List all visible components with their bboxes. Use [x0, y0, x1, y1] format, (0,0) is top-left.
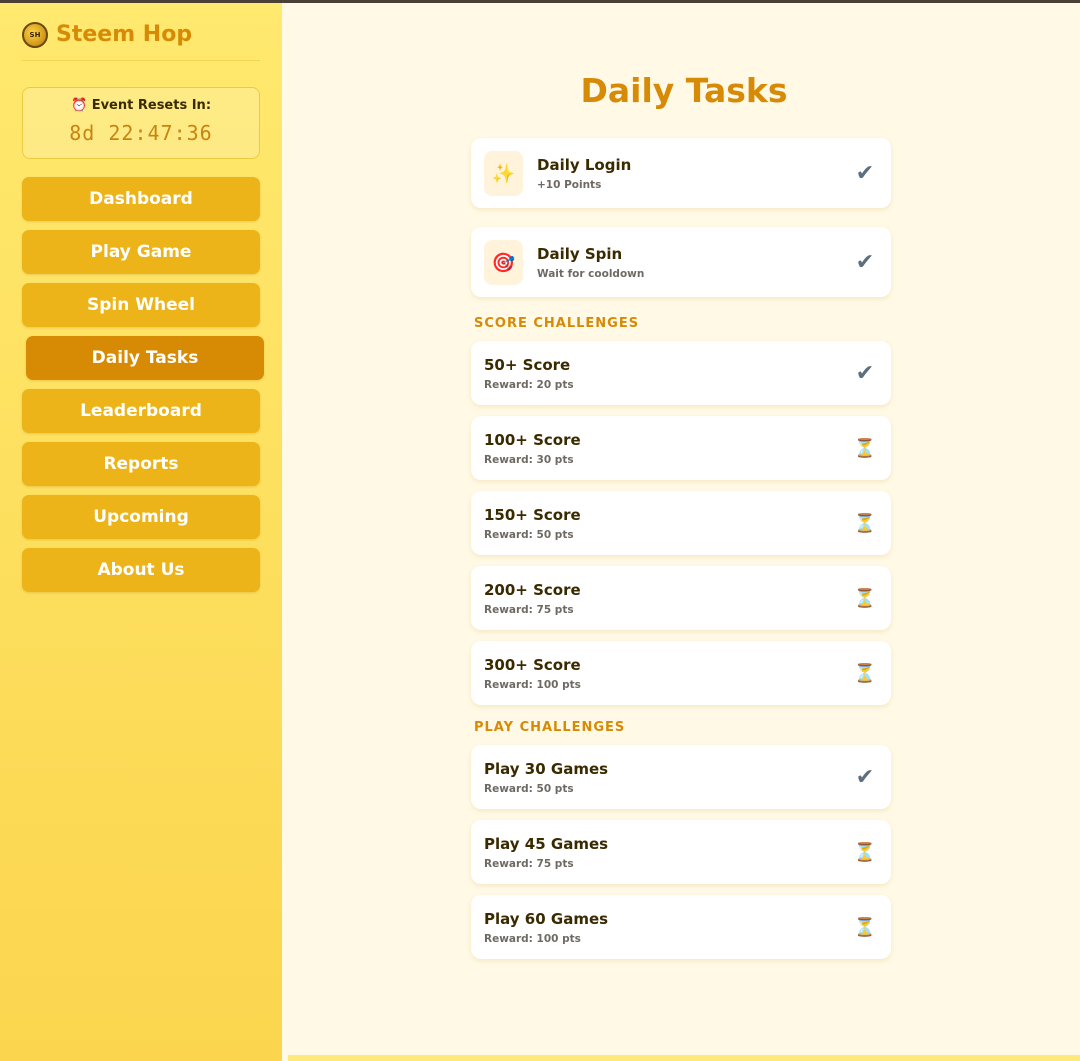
challenge-title: 100+ Score [484, 430, 581, 449]
check-icon: ✔ [855, 764, 875, 790]
brand[interactable]: SH Steem Hop [22, 3, 260, 61]
check-icon: ✔ [855, 249, 875, 275]
challenge-title: 50+ Score [484, 355, 571, 374]
challenge-reward: Reward: 100 pts [484, 932, 581, 945]
challenge-reward: Reward: 75 pts [484, 857, 574, 870]
nav-about-us[interactable]: About Us [22, 548, 260, 592]
page-title: Daily Tasks [580, 71, 788, 110]
hourglass-icon: ⏳ [853, 512, 877, 534]
timer-label: ⏰ Event Resets In: [70, 98, 212, 113]
main-content: Daily Tasks ✨ Daily Login +10 Points ✔ 🎯… [288, 3, 1080, 1055]
challenge-reward: Reward: 50 pts [484, 782, 574, 795]
challenge-reward: Reward: 75 pts [484, 603, 574, 616]
task-subtitle: Wait for cooldown [537, 267, 645, 280]
hourglass-icon: ⏳ [853, 437, 877, 459]
nav-upcoming[interactable]: Upcoming [22, 495, 260, 539]
check-icon: ✔ [855, 160, 875, 186]
task-title: Daily Spin [537, 244, 623, 263]
nav-play-game[interactable]: Play Game [22, 230, 260, 274]
challenge-reward: Reward: 50 pts [484, 528, 574, 541]
task-daily-spin[interactable]: 🎯 Daily Spin Wait for cooldown ✔ [471, 227, 891, 297]
section-score-challenges: SCORE CHALLENGES [474, 316, 640, 331]
challenge-score-50[interactable]: 50+ Score Reward: 20 pts ✔ [471, 341, 891, 405]
nav-dashboard[interactable]: Dashboard [22, 177, 260, 221]
challenge-play-45[interactable]: Play 45 Games Reward: 75 pts ⏳ [471, 820, 891, 884]
check-icon: ✔ [855, 360, 875, 386]
challenge-title: Play 30 Games [484, 759, 609, 778]
hourglass-icon: ⏳ [853, 916, 877, 938]
challenge-title: Play 60 Games [484, 909, 609, 928]
challenge-play-30[interactable]: Play 30 Games Reward: 50 pts ✔ [471, 745, 891, 809]
challenge-score-100[interactable]: 100+ Score Reward: 30 pts ⏳ [471, 416, 891, 480]
challenge-title: 150+ Score [484, 505, 581, 524]
hourglass-icon: ⏳ [853, 841, 877, 863]
task-daily-login[interactable]: ✨ Daily Login +10 Points ✔ [471, 138, 891, 208]
nav-daily-tasks[interactable]: Daily Tasks [26, 336, 264, 380]
section-play-challenges: PLAY CHALLENGES [474, 720, 626, 735]
challenge-reward: Reward: 30 pts [484, 453, 574, 466]
timer-value: 8d 22:47:36 [69, 121, 213, 145]
hourglass-icon: ⏳ [853, 662, 877, 684]
challenge-score-200[interactable]: 200+ Score Reward: 75 pts ⏳ [471, 566, 891, 630]
nav-spin-wheel[interactable]: Spin Wheel [22, 283, 260, 327]
sparkles-icon: ✨ [484, 150, 523, 196]
challenge-reward: Reward: 20 pts [484, 378, 574, 391]
event-timer: ⏰ Event Resets In: 8d 22:47:36 [22, 87, 260, 159]
bottom-strip [288, 1055, 1080, 1061]
target-icon: 🎯 [484, 239, 523, 285]
task-list: ✨ Daily Login +10 Points ✔ 🎯 Daily Spin … [471, 138, 891, 970]
challenge-play-60[interactable]: Play 60 Games Reward: 100 pts ⏳ [471, 895, 891, 959]
nav-reports[interactable]: Reports [22, 442, 260, 486]
task-title: Daily Login [537, 155, 632, 174]
challenge-score-300[interactable]: 300+ Score Reward: 100 pts ⏳ [471, 641, 891, 705]
brand-name: Steem Hop [56, 22, 193, 47]
hourglass-icon: ⏳ [853, 587, 877, 609]
sidebar-nav: Dashboard Play Game Spin Wheel Daily Tas… [22, 177, 264, 592]
challenge-title: 300+ Score [484, 655, 581, 674]
steem-hop-logo-icon: SH [22, 21, 48, 48]
challenge-score-150[interactable]: 150+ Score Reward: 50 pts ⏳ [471, 491, 891, 555]
sidebar: SH Steem Hop ⏰ Event Resets In: 8d 22:47… [0, 3, 282, 1061]
challenge-reward: Reward: 100 pts [484, 678, 581, 691]
nav-leaderboard[interactable]: Leaderboard [22, 389, 260, 433]
challenge-title: Play 45 Games [484, 834, 609, 853]
task-subtitle: +10 Points [537, 178, 602, 191]
challenge-title: 200+ Score [484, 580, 581, 599]
